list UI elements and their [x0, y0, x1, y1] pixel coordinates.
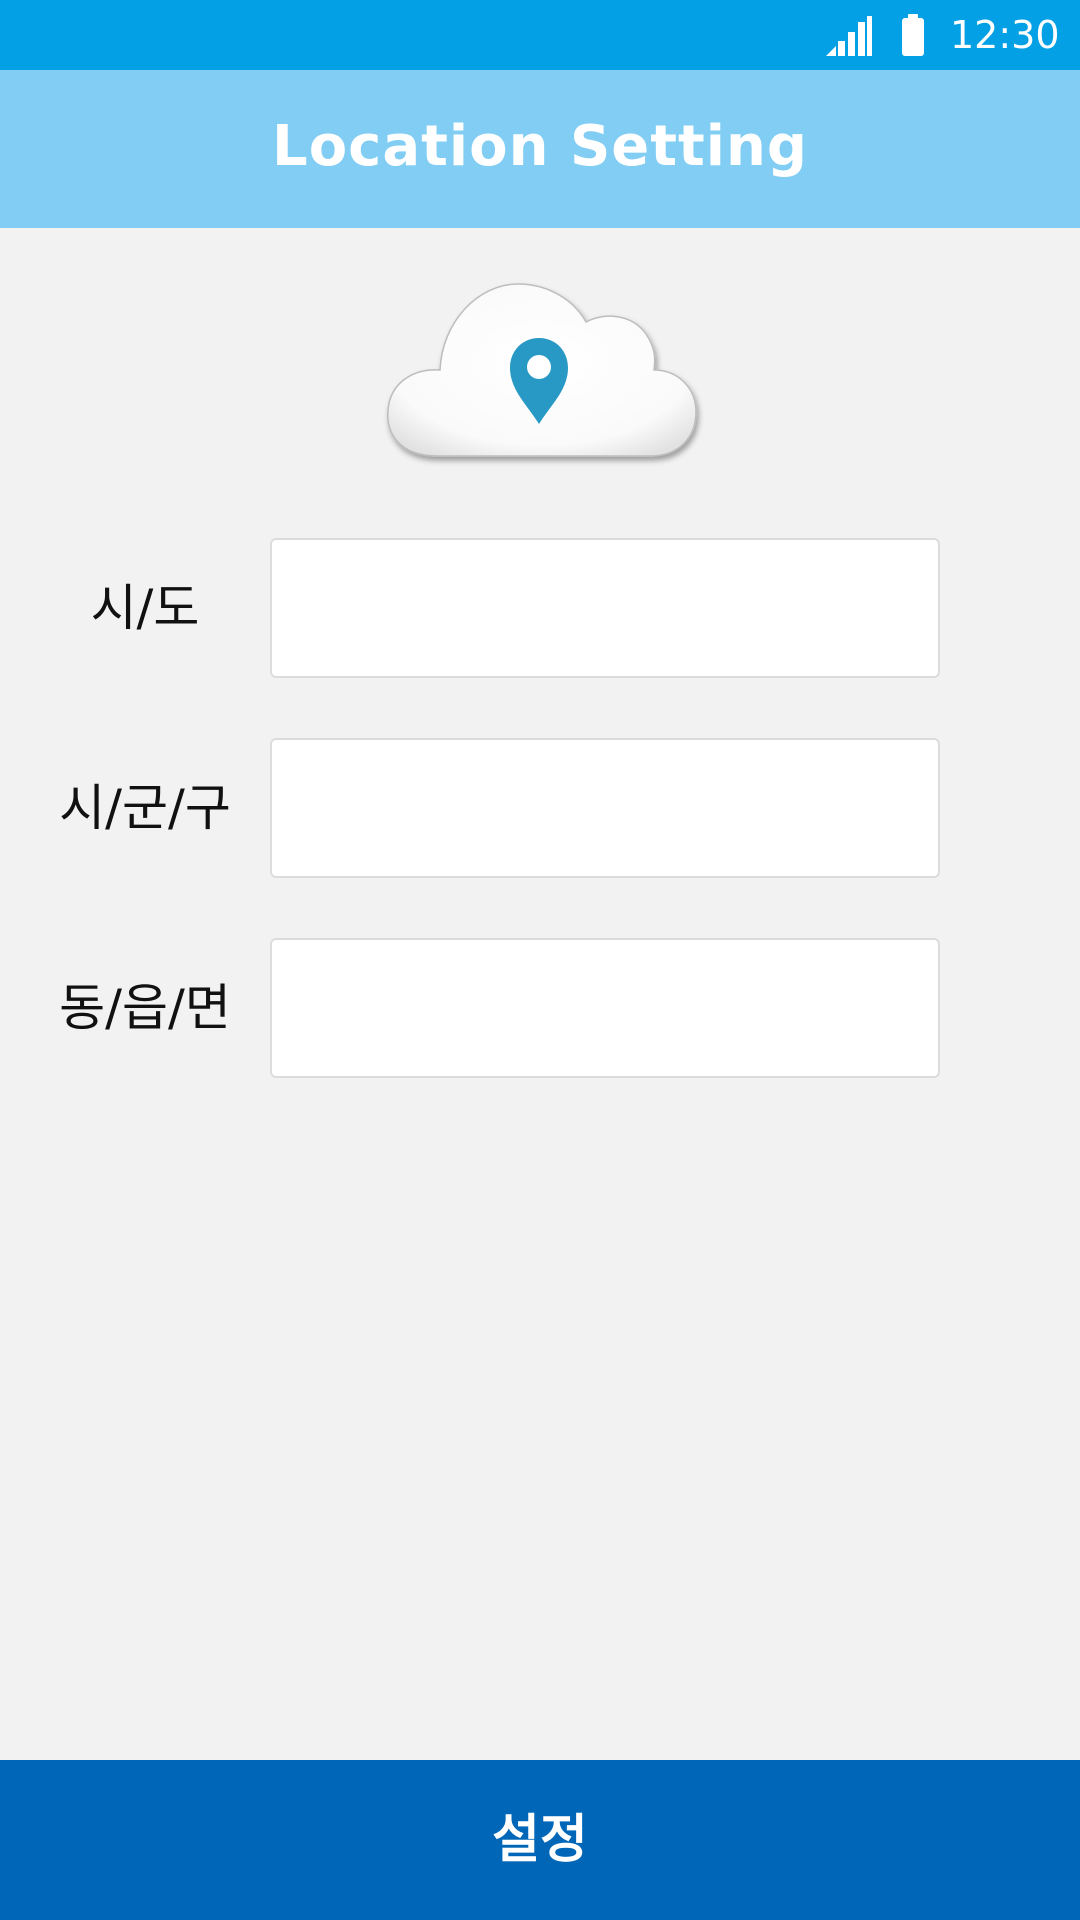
- status-time: 12:30: [950, 13, 1060, 57]
- form-row-sido: 시/도: [0, 538, 1080, 678]
- form-row-sigungu: 시/군/구: [0, 738, 1080, 878]
- form-row-dongeupmyeon: 동/읍/면: [0, 938, 1080, 1078]
- set-button[interactable]: 설정: [0, 1760, 1080, 1920]
- sigungu-input[interactable]: [270, 738, 940, 878]
- title-bar: Location Setting: [0, 70, 1080, 228]
- dongeupmyeon-input[interactable]: [270, 938, 940, 1078]
- sido-input[interactable]: [270, 538, 940, 678]
- sido-label: 시/도: [90, 579, 200, 637]
- sigungu-label: 시/군/구: [59, 779, 231, 837]
- location-setting-screen: 12:30 Location Setting 시/도 시/군/구 동/읍/면 설…: [0, 0, 1080, 1920]
- battery-icon: [900, 14, 926, 56]
- status-bar: 12:30: [0, 0, 1080, 70]
- cloud-location-pin-icon: [387, 283, 697, 457]
- signal-icon: [826, 16, 872, 56]
- dongeupmyeon-label: 동/읍/면: [59, 979, 231, 1037]
- page-title: Location Setting: [272, 114, 808, 179]
